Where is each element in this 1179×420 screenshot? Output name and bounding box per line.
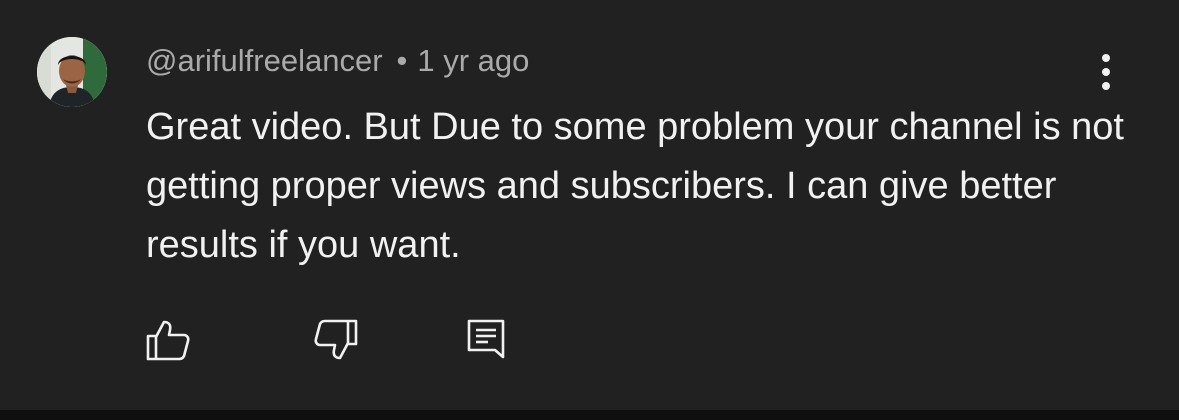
dislike-button[interactable]	[310, 314, 362, 366]
reply-button[interactable]	[460, 314, 512, 366]
more-options-button[interactable]	[1088, 50, 1124, 94]
comment-timestamp[interactable]: 1 yr ago	[417, 43, 529, 78]
avatar-image	[37, 37, 107, 107]
more-dot	[1102, 54, 1110, 62]
comment-text: Great video. But Due to some problem you…	[146, 106, 1124, 266]
meta-separator: •	[396, 43, 408, 78]
like-button[interactable]	[142, 314, 194, 366]
more-dot	[1102, 68, 1110, 76]
thumbs-down-icon	[314, 319, 358, 360]
author-avatar[interactable]	[37, 37, 107, 107]
comment-meta: @arifulfreelancer • 1 yr ago	[146, 42, 529, 80]
thumbs-up-icon	[146, 320, 190, 361]
author-handle[interactable]: @arifulfreelancer	[146, 43, 383, 78]
reply-comment-icon	[467, 319, 505, 359]
bottom-divider	[0, 410, 1179, 420]
more-dot	[1102, 82, 1110, 90]
comment-card: @arifulfreelancer • 1 yr ago Great video. …	[0, 0, 1179, 410]
